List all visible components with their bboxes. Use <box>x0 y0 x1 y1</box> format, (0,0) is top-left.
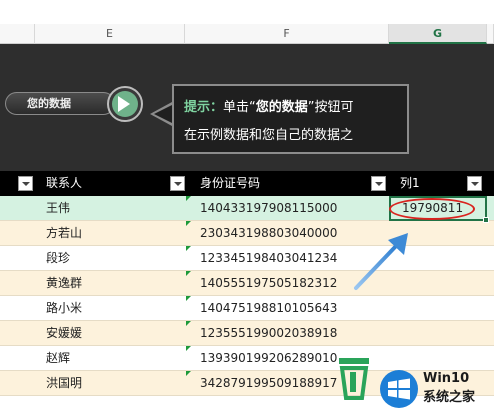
cell-id-number[interactable]: 140433197908115000 <box>200 196 337 221</box>
cell-id-number[interactable]: 140475198810105643 <box>200 296 337 321</box>
header-id-number: 身份证号码 <box>200 176 261 190</box>
windows-logo-icon <box>380 370 418 408</box>
cell-contact[interactable]: 王伟 <box>46 196 70 221</box>
cell-contact[interactable]: 路小米 <box>46 296 82 321</box>
cell-id-number[interactable]: 123555199002038918 <box>200 321 337 346</box>
column-header-f[interactable]: F <box>185 24 389 44</box>
instruction-banner: 您的数据 提示：单击“您的数据”按钮可 在示例数据和您自己的数据之 <box>0 44 494 171</box>
filter-dropdown-id-number[interactable] <box>371 176 386 191</box>
filter-dropdown-col1[interactable] <box>467 176 482 191</box>
my-data-button[interactable]: 您的数据 <box>5 92 115 115</box>
error-indicator <box>186 346 191 351</box>
cell-contact[interactable]: 段珍 <box>46 246 70 271</box>
dropdown-arrow-icon <box>375 182 383 186</box>
cell-contact[interactable]: 方若山 <box>46 221 82 246</box>
table-row: 段珍 123345198403041234 <box>0 246 494 271</box>
table-row: 安媛媛 123555199002038918 <box>0 321 494 346</box>
tip-text-post: ”按钮可 <box>307 100 354 115</box>
dropdown-arrow-icon <box>22 182 30 186</box>
my-data-arrow-button[interactable] <box>107 86 143 122</box>
fill-handle[interactable] <box>483 217 489 223</box>
tip-label: 提示： <box>184 100 224 115</box>
dropdown-arrow-icon <box>174 182 182 186</box>
error-indicator <box>186 371 191 376</box>
error-indicator <box>186 321 191 326</box>
tip-line-1: 提示：单击“您的数据”按钮可 <box>184 96 354 115</box>
tip-text-strong: 您的数据 <box>255 100 308 115</box>
cell-id-number[interactable]: 139390199206289010 <box>200 346 337 371</box>
dropdown-arrow-icon <box>471 182 479 186</box>
cell-id-number[interactable]: 230343198803040000 <box>200 221 337 246</box>
highlight-circle <box>389 198 475 220</box>
watermark-brand-sub: 系统之家 <box>423 390 476 405</box>
site-badge-icon <box>339 358 369 400</box>
cell-id-number[interactable]: 140555197505182312 <box>200 271 337 296</box>
column-header-next[interactable] <box>487 24 494 44</box>
tooltip-pointer-inner <box>154 105 172 123</box>
table-row: 黄逸群 140555197505182312 <box>0 271 494 296</box>
header-contact: 联系人 <box>46 176 83 190</box>
column-header-bar: E F G <box>0 0 494 44</box>
filter-dropdown-contact[interactable] <box>170 176 185 191</box>
column-header-e[interactable]: E <box>35 24 185 44</box>
error-indicator <box>186 196 191 201</box>
tip-callout: 提示：单击“您的数据”按钮可 在示例数据和您自己的数据之 <box>172 84 409 154</box>
table-header: 联系人 身份证号码 列1 <box>0 171 494 196</box>
column-header-previous[interactable] <box>0 24 35 44</box>
tip-text-pre: 单击“ <box>223 100 256 115</box>
cell-contact[interactable]: 黄逸群 <box>46 271 82 296</box>
cell-contact[interactable]: 安媛媛 <box>46 321 82 346</box>
cell-id-number[interactable]: 342879199509188917 <box>200 371 337 396</box>
tip-line-2: 在示例数据和您自己的数据之 <box>184 128 354 143</box>
filter-dropdown-previous[interactable] <box>18 176 33 191</box>
arrow-right-icon <box>118 96 130 112</box>
error-indicator <box>186 221 191 226</box>
table-row: 赵辉 139390199206289010 <box>0 346 494 371</box>
table-row: 方若山 230343198803040000 <box>0 221 494 246</box>
error-indicator <box>186 296 191 301</box>
error-indicator <box>186 246 191 251</box>
table-row: 路小米 140475198810105643 <box>0 296 494 321</box>
column-header-g[interactable]: G <box>389 24 487 44</box>
cell-id-number[interactable]: 123345198403041234 <box>200 246 337 271</box>
cell-contact[interactable]: 洪国明 <box>46 371 82 396</box>
error-indicator <box>186 271 191 276</box>
header-col1: 列1 <box>400 176 420 190</box>
cell-contact[interactable]: 赵辉 <box>46 346 70 371</box>
watermark-brand: Win10 <box>423 371 470 386</box>
